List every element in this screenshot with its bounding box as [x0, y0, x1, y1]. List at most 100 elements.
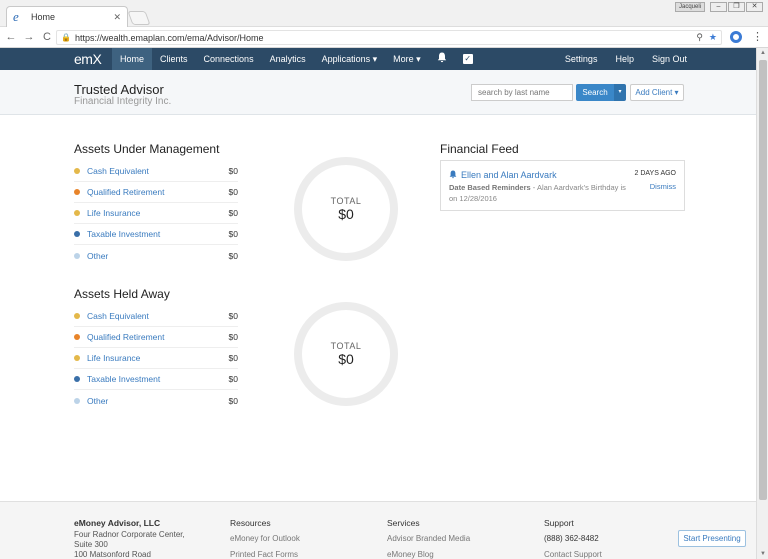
asset-color-dot: [74, 210, 80, 216]
asset-label[interactable]: Life Insurance: [87, 353, 229, 363]
forward-icon[interactable]: →: [22, 31, 36, 43]
firm-name: Financial Integrity Inc.: [74, 96, 172, 107]
scroll-down-icon[interactable]: ▼: [757, 551, 768, 557]
asset-value: $0: [228, 395, 238, 406]
asset-label[interactable]: Other: [87, 251, 229, 261]
list-item: Qualified Retirement $0: [74, 182, 238, 203]
extension-icon[interactable]: [730, 31, 742, 43]
asset-label[interactable]: Qualified Retirement: [87, 187, 229, 197]
emoney-favicon-icon: e: [13, 9, 19, 24]
feed-type: Date Based Reminders: [449, 183, 531, 192]
asset-label[interactable]: Cash Equivalent: [87, 166, 229, 176]
nav-analytics[interactable]: Analytics: [262, 48, 314, 70]
search-button[interactable]: Search: [576, 84, 614, 101]
nav-sign-out[interactable]: Sign Out: [643, 48, 696, 70]
nav-home[interactable]: Home: [112, 48, 153, 70]
footer-resources: Resources eMoney for Outlook Printed Fac…: [230, 518, 300, 559]
company-name: eMoney Advisor, LLC: [74, 518, 161, 528]
footer-link[interactable]: Advisor Branded Media: [387, 534, 470, 544]
url-scheme: https://: [74, 32, 102, 43]
aum-total-donut: TOTAL $0: [294, 157, 398, 261]
asset-color-dot: [74, 231, 80, 237]
footer-link[interactable]: eMoney Blog: [387, 550, 470, 559]
nav-more[interactable]: More ▾: [385, 48, 429, 70]
back-icon[interactable]: ←: [4, 31, 18, 43]
minimize-icon[interactable]: –: [710, 2, 727, 12]
list-item: Life Insurance $0: [74, 348, 238, 369]
bell-icon[interactable]: [429, 52, 455, 66]
new-tab-button[interactable]: [127, 11, 151, 25]
address-line: Suite 300: [74, 540, 108, 549]
total-value: $0: [338, 206, 354, 222]
asset-label[interactable]: Cash Equivalent: [87, 311, 229, 321]
feed-client-link[interactable]: Ellen and Alan Aardvark: [461, 170, 557, 180]
nav-connections[interactable]: Connections: [196, 48, 262, 70]
tasks-check-icon[interactable]: ✓: [462, 54, 473, 64]
lock-icon: 🔒: [61, 33, 71, 42]
footer-services: Services Advisor Branded Media eMoney Bl…: [387, 518, 470, 559]
feed-card: Ellen and Alan Aardvark 2 DAYS AGO Dismi…: [440, 160, 685, 211]
financial-feed-title: Financial Feed: [440, 142, 519, 156]
asset-color-dot: [74, 252, 80, 259]
held-away-title: Assets Held Away: [74, 287, 170, 301]
tab-close-icon[interactable]: ✕: [113, 12, 121, 23]
nav-help[interactable]: Help: [606, 48, 643, 70]
list-item: Taxable Investment $0: [74, 369, 238, 390]
support-phone: (888) 362-8482: [544, 534, 599, 543]
total-value: $0: [338, 351, 354, 367]
held-away-list: Cash Equivalent $0 Qualified Retirement …: [74, 306, 238, 411]
browser-menu-icon[interactable]: ⋮: [752, 30, 763, 43]
asset-value: $0: [228, 250, 238, 261]
browser-user-chip[interactable]: Jacqueli: [675, 2, 705, 12]
resources-heading: Resources: [230, 518, 271, 528]
asset-label[interactable]: Life Insurance: [87, 208, 229, 218]
list-item: Other $0: [74, 390, 238, 411]
asset-label[interactable]: Taxable Investment: [87, 374, 229, 384]
asset-color-dot: [74, 397, 80, 404]
page-title: Trusted Advisor: [74, 82, 164, 97]
asset-value: $0: [228, 332, 238, 342]
asset-value: $0: [228, 208, 238, 218]
aum-list: Cash Equivalent $0 Qualified Retirement …: [74, 161, 238, 266]
page-header: Trusted Advisor Financial Integrity Inc.…: [0, 70, 756, 115]
scroll-thumb[interactable]: [759, 60, 767, 500]
page-scrollbar[interactable]: ▲ ▼: [756, 48, 768, 559]
zoom-search-icon[interactable]: ⚲: [696, 32, 703, 43]
footer-link[interactable]: Printed Fact Forms: [230, 550, 300, 559]
asset-color-dot: [74, 355, 80, 361]
footer-link[interactable]: Contact Support: [544, 550, 602, 559]
asset-value: $0: [228, 187, 238, 197]
footer-link[interactable]: eMoney for Outlook: [230, 534, 300, 544]
browser-tab[interactable]: e Home ✕: [6, 6, 128, 27]
maximize-icon[interactable]: ❐: [728, 2, 745, 12]
emx-logo[interactable]: emX: [74, 51, 112, 67]
dismiss-link[interactable]: Dismiss: [650, 182, 676, 191]
nav-applications[interactable]: Applications ▾: [314, 48, 386, 70]
address-bar[interactable]: 🔒 https:// wealth.emaplan.com/ema/Adviso…: [56, 30, 722, 45]
add-client-button[interactable]: Add Client ▾: [630, 84, 684, 101]
asset-color-dot: [74, 189, 80, 195]
asset-label[interactable]: Taxable Investment: [87, 229, 229, 239]
tab-title: Home: [31, 12, 56, 22]
nav-clients[interactable]: Clients: [152, 48, 196, 70]
nav-settings[interactable]: Settings: [556, 48, 607, 70]
close-window-icon[interactable]: ✕: [746, 2, 763, 12]
feed-date: 2 DAYS AGO: [634, 170, 677, 177]
list-item: Other $0: [74, 245, 238, 266]
asset-color-dot: [74, 334, 80, 340]
start-presenting-button[interactable]: Start Presenting: [678, 530, 746, 547]
asset-label[interactable]: Other: [87, 396, 229, 406]
reload-icon[interactable]: C: [40, 31, 54, 43]
footer-support: Support (888) 362-8482 Contact Support: [544, 518, 602, 559]
asset-value: $0: [228, 353, 238, 363]
url-text: wealth.emaplan.com/ema/Advisor/Home: [101, 32, 264, 43]
asset-label[interactable]: Qualified Retirement: [87, 332, 229, 342]
search-input[interactable]: [471, 84, 573, 101]
browser-toolbar: ← → C 🔒 https:// wealth.emaplan.com/ema/…: [0, 27, 768, 48]
bookmark-star-icon[interactable]: ★: [709, 32, 717, 43]
search-options-caret-icon[interactable]: ▾: [614, 84, 626, 101]
page-footer: eMoney Advisor, LLC Four Radnor Corporat…: [0, 501, 756, 559]
feed-message: Date Based Reminders - Alan Aardvark's B…: [449, 182, 629, 204]
asset-value: $0: [228, 166, 238, 176]
scroll-up-icon[interactable]: ▲: [757, 50, 768, 56]
